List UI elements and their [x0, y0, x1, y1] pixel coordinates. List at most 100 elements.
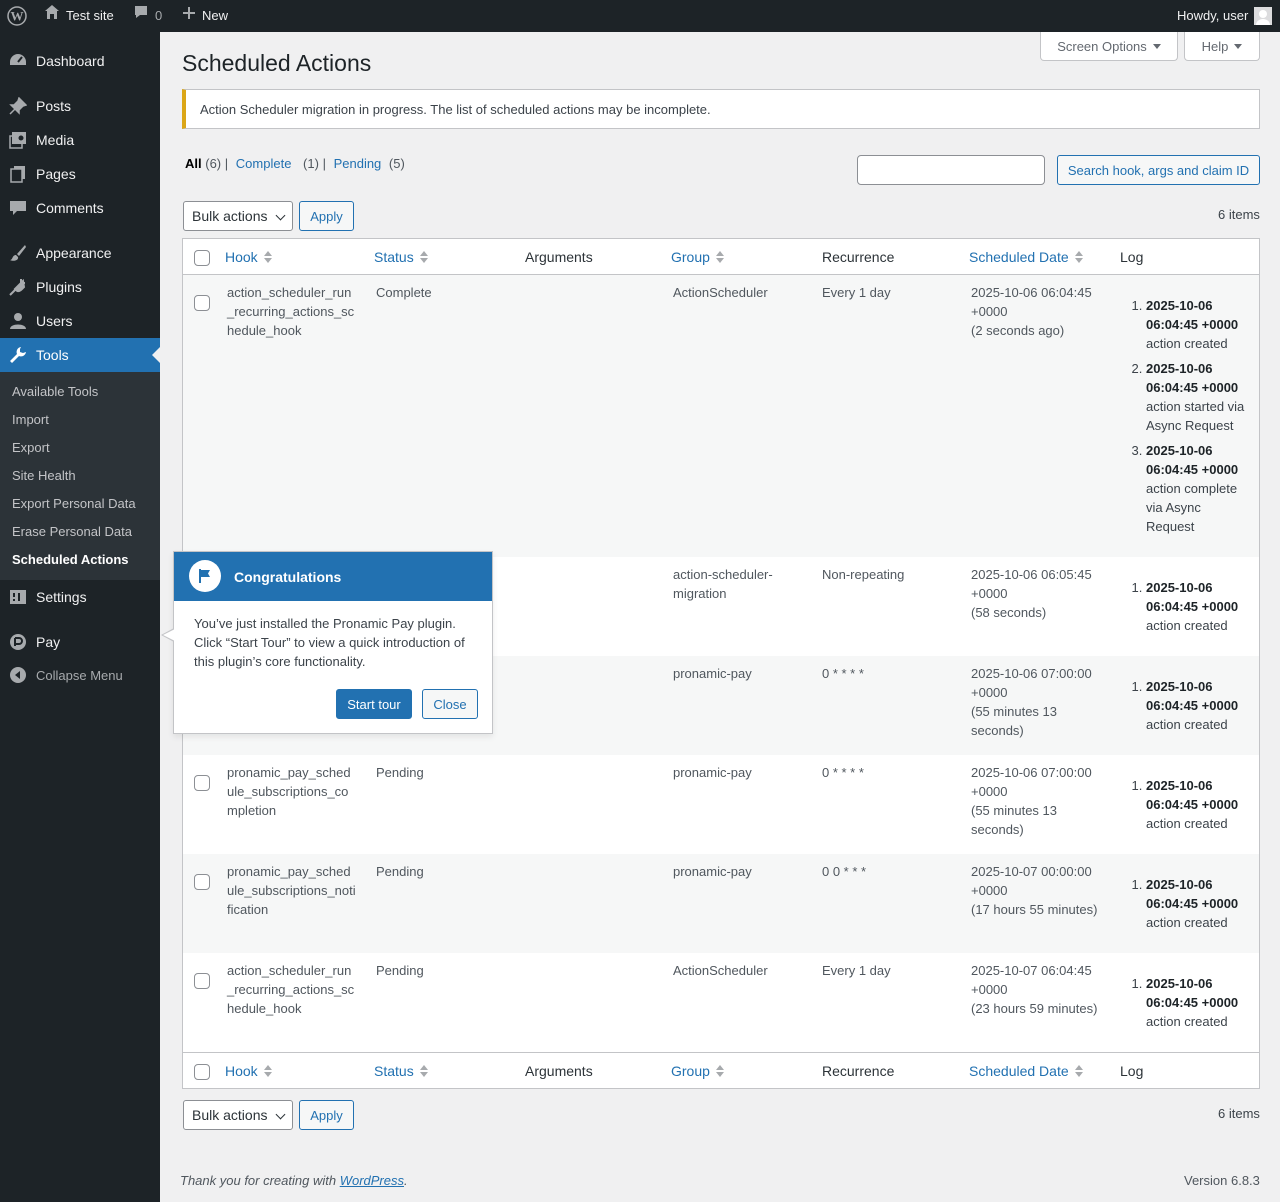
- pointer-body: You’ve just installed the Pronamic Pay p…: [194, 616, 465, 669]
- cell-recurrence: 0 * * * *: [822, 666, 864, 681]
- sidebar-item-appearance[interactable]: Appearance: [0, 236, 160, 270]
- sidebar-item-tools[interactable]: Tools: [0, 338, 160, 372]
- column-log: Log: [1120, 249, 1144, 265]
- select-all-checkbox-bottom[interactable]: [194, 1064, 210, 1080]
- sidebar-item-posts[interactable]: Posts: [0, 89, 160, 123]
- column-scheduled-date-label: Scheduled Date: [969, 249, 1069, 265]
- column-status-footer[interactable]: Status: [374, 1053, 428, 1089]
- column-group[interactable]: Group: [671, 239, 724, 275]
- submenu-available-tools[interactable]: Available Tools: [12, 382, 98, 402]
- help-label: Help: [1201, 38, 1229, 54]
- submenu-erase-personal-data[interactable]: Erase Personal Data: [12, 522, 132, 542]
- column-log-footer: Log: [1120, 1063, 1144, 1079]
- cell-group: action-scheduler- migration: [673, 567, 773, 601]
- column-scheduled-date[interactable]: Scheduled Date: [969, 239, 1083, 275]
- submenu-export-personal-data[interactable]: Export Personal Data: [12, 494, 136, 514]
- log-entry: 2025-10-06 06:04:45 +0000 action created: [1146, 578, 1255, 635]
- submenu-import[interactable]: Import: [12, 410, 49, 430]
- row-checkbox[interactable]: [194, 295, 210, 311]
- log-message: action created: [1146, 816, 1228, 831]
- submenu-site-health[interactable]: Site Health: [12, 466, 76, 486]
- screen-options-button[interactable]: Screen Options: [1040, 32, 1178, 61]
- filter-all-count: (6): [205, 156, 222, 171]
- column-scheduled-date-footer[interactable]: Scheduled Date: [969, 1053, 1083, 1089]
- sidebar-item-dashboard[interactable]: Dashboard: [0, 44, 160, 78]
- column-group-footer[interactable]: Group: [671, 1053, 724, 1089]
- sidebar-item-pages[interactable]: Pages: [0, 157, 160, 191]
- cell-scheduled-date: 2025-10-06 07:00:00 +0000 (55 minutes 13…: [971, 765, 1092, 837]
- wordpress-link[interactable]: WordPress: [340, 1173, 404, 1188]
- column-recurrence-footer: Recurrence: [822, 1063, 895, 1079]
- sidebar-item-label: Pages: [36, 166, 76, 182]
- log-time: 2025-10-06 06:04:45 +0000: [1146, 580, 1239, 614]
- filter-complete[interactable]: Complete: [236, 156, 292, 171]
- sidebar-item-label: Users: [36, 313, 73, 329]
- filter-all[interactable]: All: [185, 156, 202, 171]
- log-entry: 2025-10-06 06:04:45 +0000 action created: [1146, 776, 1255, 833]
- sidebar-item-pay[interactable]: Pay: [0, 625, 160, 659]
- cell-group: pronamic-pay: [673, 864, 752, 879]
- row-checkbox[interactable]: [194, 973, 210, 989]
- sidebar-item-plugins[interactable]: Plugins: [0, 270, 160, 304]
- wrench-icon: [0, 346, 36, 364]
- new-content-link[interactable]: New: [182, 0, 228, 32]
- collapse-menu-button[interactable]: Collapse Menu: [0, 658, 160, 692]
- comments-link[interactable]: 0: [133, 0, 162, 32]
- row-checkbox[interactable]: [194, 874, 210, 890]
- search-button[interactable]: Search hook, args and claim ID: [1057, 155, 1260, 185]
- site-name-link[interactable]: Test site: [44, 0, 114, 32]
- column-status-label: Status: [374, 249, 414, 265]
- log-time: 2025-10-06 06:04:45 +0000: [1146, 443, 1239, 477]
- column-scheduled-date-label: Scheduled Date: [969, 1063, 1069, 1079]
- bulk-actions-label: Bulk actions: [192, 208, 268, 224]
- submenu-scheduled-actions[interactable]: Scheduled Actions: [12, 550, 129, 570]
- filter-pending[interactable]: Pending: [334, 156, 382, 171]
- caret-down-icon: [1234, 43, 1243, 49]
- table-row: action_scheduler_run _recurring_actions_…: [183, 953, 1259, 1052]
- apply-button-top[interactable]: Apply: [299, 201, 354, 231]
- log-message: action created: [1146, 1014, 1228, 1029]
- sidebar-item-label: Posts: [36, 98, 72, 114]
- svg-text:W: W: [11, 9, 24, 24]
- log-entry: 2025-10-06 06:04:45 +0000 action complete…: [1146, 441, 1255, 536]
- bulk-actions-select-top[interactable]: Bulk actions: [183, 201, 293, 231]
- close-pointer-button[interactable]: Close: [422, 689, 478, 719]
- bulk-actions-select-bottom[interactable]: Bulk actions: [183, 1100, 293, 1130]
- table-header: Hook Status Arguments Group Recurrence S…: [183, 239, 1259, 275]
- column-group-label: Group: [671, 249, 710, 265]
- column-status[interactable]: Status: [374, 239, 428, 275]
- sidebar-item-comments[interactable]: Comments: [0, 191, 160, 225]
- table-row: pronamic_pay_sched ule_subscriptions_not…: [183, 854, 1259, 953]
- apply-button-bottom[interactable]: Apply: [299, 1100, 354, 1130]
- wordpress-logo-icon[interactable]: W: [7, 0, 27, 32]
- row-checkbox[interactable]: [194, 775, 210, 791]
- pages-icon: [0, 165, 36, 183]
- sort-icon: [419, 251, 428, 263]
- sidebar-item-media[interactable]: Media: [0, 123, 160, 157]
- sidebar-item-label: Dashboard: [36, 53, 105, 69]
- help-button[interactable]: Help: [1184, 32, 1260, 61]
- sidebar-item-label: Tools: [36, 347, 69, 363]
- sort-icon: [263, 251, 272, 263]
- status-filters: All (6) | Complete (1) | Pending (5): [185, 156, 405, 171]
- cell-status: Pending: [376, 765, 424, 780]
- log-time: 2025-10-06 06:04:45 +0000: [1146, 679, 1239, 713]
- cell-log: 2025-10-06 06:04:45 +0000action created2…: [1120, 296, 1255, 542]
- select-all-checkbox[interactable]: [194, 250, 210, 266]
- sidebar-item-users[interactable]: Users: [0, 304, 160, 338]
- log-message: action started via Async Request: [1146, 399, 1245, 433]
- submenu-export[interactable]: Export: [12, 438, 50, 458]
- pointer-header: Congratulations: [174, 552, 492, 601]
- cell-group: pronamic-pay: [673, 666, 752, 681]
- account-menu[interactable]: Howdy, user: [1177, 0, 1273, 32]
- start-tour-button[interactable]: Start tour: [336, 689, 412, 719]
- sidebar-item-settings[interactable]: Settings: [0, 580, 160, 614]
- column-hook[interactable]: Hook: [225, 239, 272, 275]
- column-hook-footer[interactable]: Hook: [225, 1053, 272, 1089]
- cell-recurrence: Non-repeating: [822, 567, 905, 582]
- sort-icon: [1074, 1065, 1083, 1077]
- home-icon: [44, 0, 60, 32]
- search-input[interactable]: [857, 155, 1045, 185]
- log-message: action created: [1146, 717, 1228, 732]
- cell-group: ActionScheduler: [673, 963, 768, 978]
